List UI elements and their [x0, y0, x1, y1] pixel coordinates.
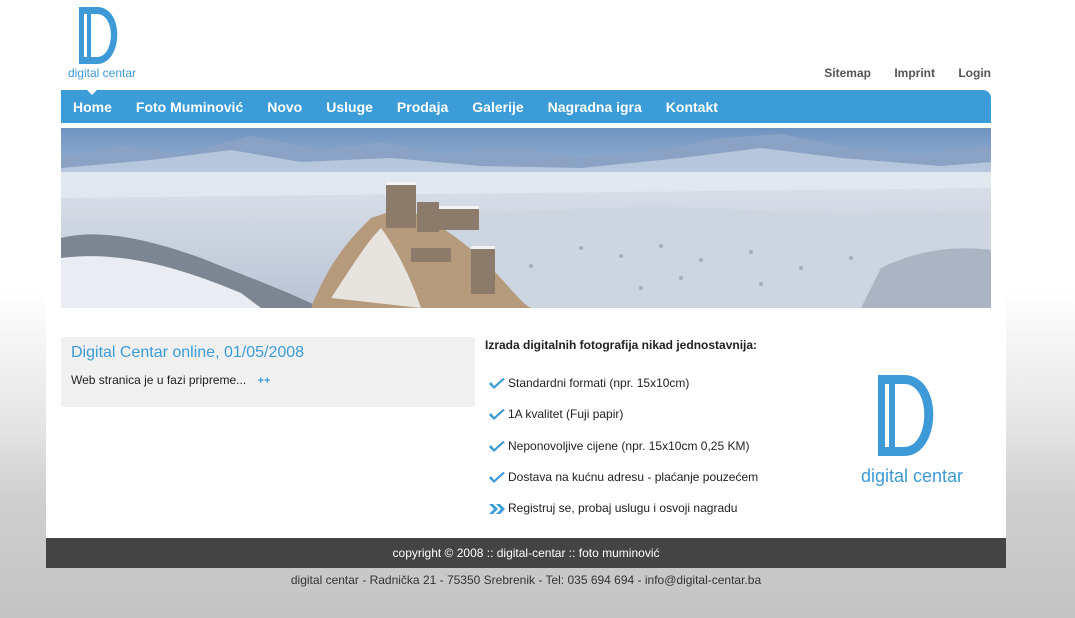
right-logo: digital centar: [852, 372, 972, 490]
main-nav: Home Foto Muminović Novo Usluge Prodaja …: [61, 90, 991, 123]
checkmark-icon: [489, 471, 505, 483]
features-title: Izrada digitalnih fotografija nikad jedn…: [485, 338, 758, 352]
news-box: Digital Centar online, 01/05/2008 Web st…: [61, 337, 475, 407]
feature-item: Dostava na kućnu adresu - plaćanje pouze…: [488, 469, 758, 485]
nav-novo[interactable]: Novo: [255, 90, 314, 123]
checkmark-icon: [489, 377, 505, 389]
nav-foto-muminovic[interactable]: Foto Muminović: [124, 90, 255, 123]
sitemap-link[interactable]: Sitemap: [824, 66, 871, 80]
feature-item: Neponovoljive cijene (npr. 15x10cm 0,25 …: [488, 438, 749, 454]
imprint-link[interactable]: Imprint: [894, 66, 935, 80]
feature-text: Standardni formati (npr. 15x10cm): [508, 376, 690, 390]
logo-d-icon: [878, 375, 934, 456]
nav-prodaja[interactable]: Prodaja: [385, 90, 460, 123]
feature-text: Registruj se, probaj uslugu i osvoji nag…: [508, 501, 738, 515]
footer-bar: copyright © 2008 :: digital-centar :: fo…: [46, 538, 1006, 568]
top-links: Sitemap Imprint Login: [804, 66, 991, 80]
right-logo-text: digital centar: [860, 466, 964, 486]
checkmark-icon: [489, 408, 505, 420]
feature-item[interactable]: Registruj se, probaj uslugu i osvoji nag…: [488, 500, 737, 516]
banner-image: [61, 128, 991, 308]
feature-text: 1A kvalitet (Fuji papir): [508, 407, 624, 421]
footer-address: digital centar - Radnička 21 - 75350 Sre…: [290, 573, 762, 587]
nav-galerije[interactable]: Galerije: [460, 90, 535, 123]
feature-text: Dostava na kućnu adresu - plaćanje pouze…: [508, 470, 759, 484]
news-body: Web stranica je u fazi pripreme...: [71, 373, 247, 387]
nav-home[interactable]: Home: [61, 90, 124, 123]
logo-d-icon: [79, 7, 118, 64]
feature-item: Standardni formati (npr. 15x10cm): [488, 375, 689, 391]
news-more-link[interactable]: ++: [258, 375, 271, 387]
feature-item: 1A kvalitet (Fuji papir): [488, 406, 623, 422]
news-text: Web stranica je u fazi pripreme... ++: [71, 373, 270, 387]
site-logo[interactable]: digital centar: [61, 4, 143, 82]
nav-usluge[interactable]: Usluge: [314, 90, 385, 123]
nav-nagradna-igra[interactable]: Nagradna igra: [536, 90, 654, 123]
checkmark-icon: [489, 440, 505, 452]
nav-kontakt[interactable]: Kontakt: [654, 90, 730, 123]
login-link[interactable]: Login: [958, 66, 991, 80]
logo-text: digital centar: [67, 66, 137, 80]
feature-text: Neponovoljive cijene (npr. 15x10cm 0,25 …: [508, 439, 750, 453]
double-chevron-right-icon: [489, 503, 505, 514]
news-title: Digital Centar online, 01/05/2008: [71, 344, 305, 361]
